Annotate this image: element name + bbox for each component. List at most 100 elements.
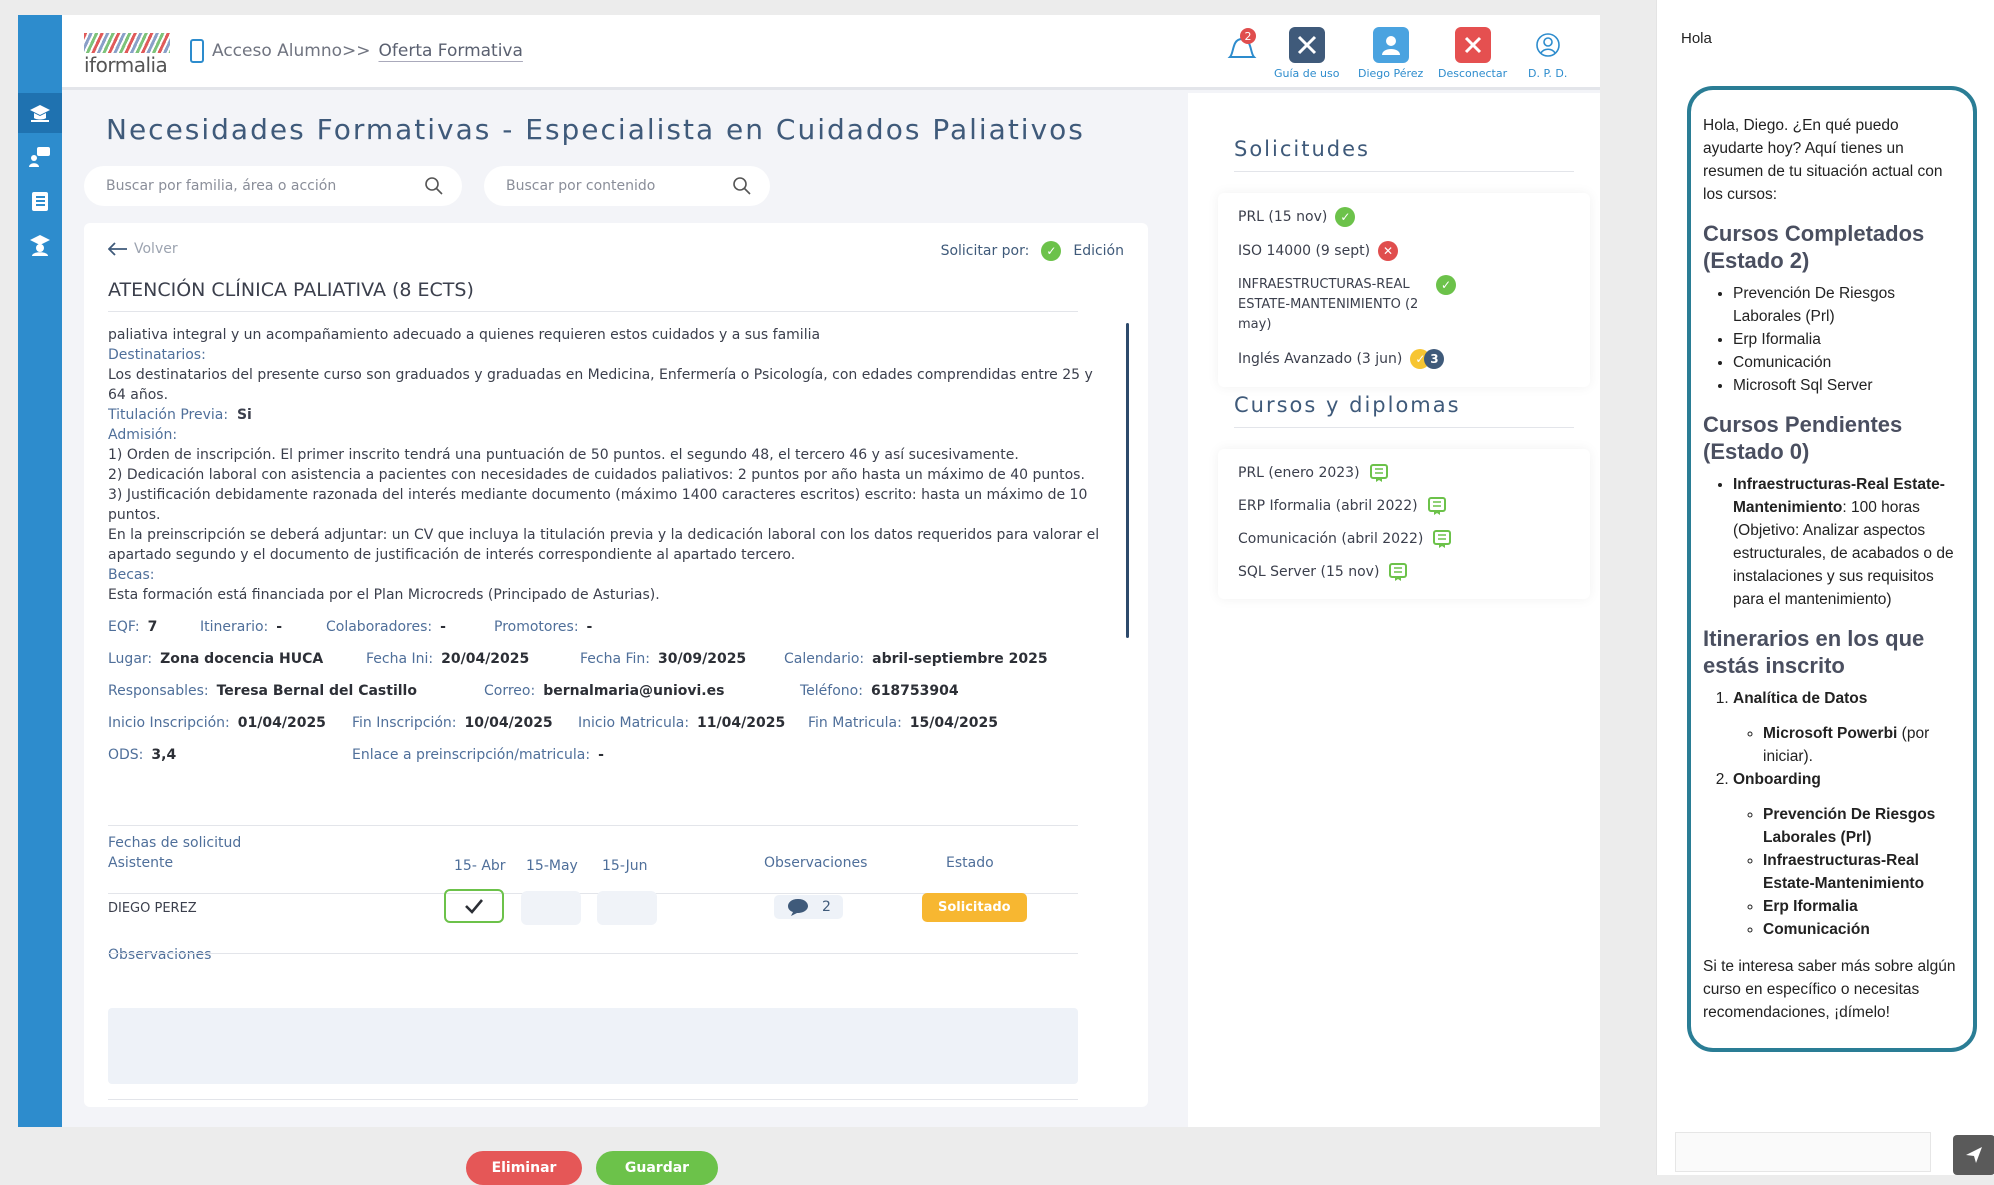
eqf-label: EQF:: [108, 619, 140, 635]
curso-label: SQL Server (15 nov): [1238, 564, 1380, 580]
search-family-input[interactable]: Buscar por familia, área o acción: [84, 166, 462, 206]
itinerario-label: Itinerario:: [200, 619, 269, 635]
close-icon: [1454, 27, 1491, 63]
search-content-input[interactable]: Buscar por contenido: [484, 166, 770, 206]
colaboradores-label: Colaboradores:: [326, 619, 433, 635]
diploma-icon[interactable]: [1426, 496, 1448, 516]
user-icon: [1372, 27, 1409, 63]
send-button[interactable]: [1953, 1135, 1994, 1175]
edicion-label[interactable]: Edición: [1073, 243, 1124, 259]
diploma-icon[interactable]: [1431, 529, 1453, 549]
dpd-button[interactable]: D. P. D.: [1528, 27, 1567, 80]
solicitud-item[interactable]: Inglés Avanzado (3 jun) ✓ 3: [1238, 349, 1570, 369]
colaboradores-value: -: [440, 619, 446, 635]
chat-intro: Hola, Diego. ¿En qué puedo ayudarte hoy?…: [1703, 117, 1943, 203]
breadcrumb: Acceso Alumno>> Oferta Formativa: [190, 39, 523, 63]
comment-icon: [788, 899, 808, 916]
chat-heading: Itinerarios en los que estás inscrito: [1703, 626, 1925, 678]
enlace-label: Enlace a preinscripción/matricula:: [352, 747, 591, 763]
observaciones-textarea[interactable]: [108, 1008, 1078, 1084]
tools-icon: [1288, 27, 1325, 63]
clipboard-icon[interactable]: [28, 189, 52, 213]
date-checkbox-checked[interactable]: [444, 889, 504, 923]
inicio-inscripcion-value: 01/04/2025: [237, 715, 326, 731]
notifications-button[interactable]: 2: [1222, 27, 1262, 72]
intro-text: paliativa integral y un acompañamiento a…: [108, 327, 821, 343]
solicitud-item[interactable]: ISO 14000 (9 sept) ✕: [1238, 241, 1570, 261]
asistente-name: DIEGO PEREZ: [108, 901, 197, 916]
admision-item: 2) Dedicación laboral con asistencia a p…: [108, 467, 1085, 483]
curso-item[interactable]: SQL Server (15 nov): [1238, 562, 1570, 582]
student-icon[interactable]: [28, 233, 52, 257]
search-content-placeholder: Buscar por contenido: [506, 178, 656, 194]
curso-item[interactable]: Comunicación (abril 2022): [1238, 529, 1570, 549]
telefono-value: 618753904: [870, 683, 959, 699]
guardar-button[interactable]: Guardar: [596, 1151, 718, 1185]
user-button[interactable]: Diego Pérez: [1358, 27, 1423, 80]
col-date: 15-Jun: [602, 858, 648, 874]
list-item: Microsoft Sql Server: [1733, 374, 1963, 397]
fecha-ini-label: Fecha Ini:: [366, 651, 434, 667]
comment-count-badge: 3: [1424, 349, 1445, 369]
graduation-cap-icon[interactable]: [28, 101, 52, 125]
date-checkbox[interactable]: [597, 891, 657, 925]
list-item: Microsoft Powerbi (por iniciar).: [1763, 722, 1963, 768]
solicitar-por: Solicitar por: ✓ Edición: [941, 241, 1124, 261]
chat-person-icon[interactable]: [28, 145, 52, 169]
admision-label: Admisión:: [108, 427, 178, 443]
user-circle-icon: [1530, 27, 1566, 63]
check-circle-icon[interactable]: ✓: [1041, 241, 1062, 261]
left-rail: [18, 15, 62, 1127]
diploma-icon[interactable]: [1368, 463, 1390, 483]
course-title: ATENCIÓN CLÍNICA PALIATIVA (8 ECTS): [108, 279, 474, 301]
top-bar: iformalia Acceso Alumno>> Oferta Formati…: [62, 15, 1600, 90]
itinerario-value: -: [276, 619, 283, 635]
meta-row: Lugar: Zona docencia HUCA Fecha Ini: 20/04…: [108, 649, 1108, 669]
solicitud-item[interactable]: INFRAESTRUCTURAS-REAL ESTATE-MANTENIMIEN…: [1238, 275, 1570, 335]
solicitud-label: PRL (15 nov): [1238, 209, 1328, 225]
guia-button[interactable]: Guía de uso: [1274, 27, 1339, 80]
eliminar-button[interactable]: Eliminar: [466, 1151, 582, 1185]
iformalia-logo[interactable]: iformalia: [84, 33, 172, 77]
breadcrumb-oferta-link[interactable]: Oferta Formativa: [379, 41, 523, 61]
sub-list: Prevención De Riesgos Laborales (Prl) In…: [1763, 803, 1963, 941]
enlace-value[interactable]: -: [598, 745, 604, 765]
itinerary-name: Onboarding: [1733, 771, 1821, 788]
chat-input[interactable]: [1675, 1132, 1931, 1172]
destinatarios-label: Destinatarios:: [108, 347, 206, 363]
curso-label: Comunicación (abril 2022): [1238, 531, 1424, 547]
breadcrumb-prefix: Acceso Alumno>>: [212, 41, 371, 61]
pending-list: Infraestructuras-Real Estate-Mantenimien…: [1733, 473, 1963, 611]
ods-label: ODS:: [108, 747, 144, 763]
solicitar-label: Solicitar por:: [940, 243, 1030, 259]
curso-item[interactable]: PRL (enero 2023): [1238, 463, 1570, 483]
list-item: Analítica de Datos Microsoft Powerbi (po…: [1733, 687, 1963, 768]
fin-inscripcion-value: 10/04/2025: [464, 715, 553, 731]
meta-row: ODS: 3,4 Enlace a preinscripción/matricul…: [108, 745, 1108, 765]
send-icon: [1966, 1147, 1982, 1163]
curso-item[interactable]: ERP Iformalia (abril 2022): [1238, 496, 1570, 516]
check-icon: [465, 899, 483, 914]
calendario-value: abril-septiembre 2025: [872, 651, 1048, 667]
inicio-matricula-label: Inicio Matricula:: [578, 715, 690, 731]
solicitud-item[interactable]: PRL (15 nov) ✓: [1238, 207, 1570, 227]
list-item: Prevención De Riesgos Laborales (Prl): [1763, 803, 1963, 849]
col-date: 15-May: [526, 858, 578, 874]
search-icon[interactable]: [424, 176, 444, 196]
divider: [108, 825, 1078, 826]
list-item: Prevención De Riesgos Laborales (Prl): [1733, 282, 1963, 328]
search-icon[interactable]: [732, 176, 752, 196]
observaciones-button[interactable]: 2: [774, 895, 843, 919]
fecha-ini-value: 20/04/2025: [441, 651, 530, 667]
diploma-icon[interactable]: [1387, 562, 1409, 582]
meta-row: EQF: 7 Itinerario: - Colaboradores: - Promo…: [108, 617, 1108, 637]
solicitud-label: INFRAESTRUCTURAS-REAL ESTATE-MANTENIMIEN…: [1238, 277, 1419, 332]
date-checkbox[interactable]: [521, 891, 581, 925]
user-label: Diego Pérez: [1358, 67, 1424, 80]
scrollbar[interactable]: [1126, 323, 1129, 638]
back-link[interactable]: Volver: [108, 241, 178, 257]
lugar-label: Lugar:: [108, 651, 153, 667]
col-asistente: Asistente: [108, 855, 174, 871]
desconectar-button[interactable]: Desconectar: [1438, 27, 1507, 80]
chat-heading: Cursos Completados (Estado 2): [1703, 221, 1925, 273]
